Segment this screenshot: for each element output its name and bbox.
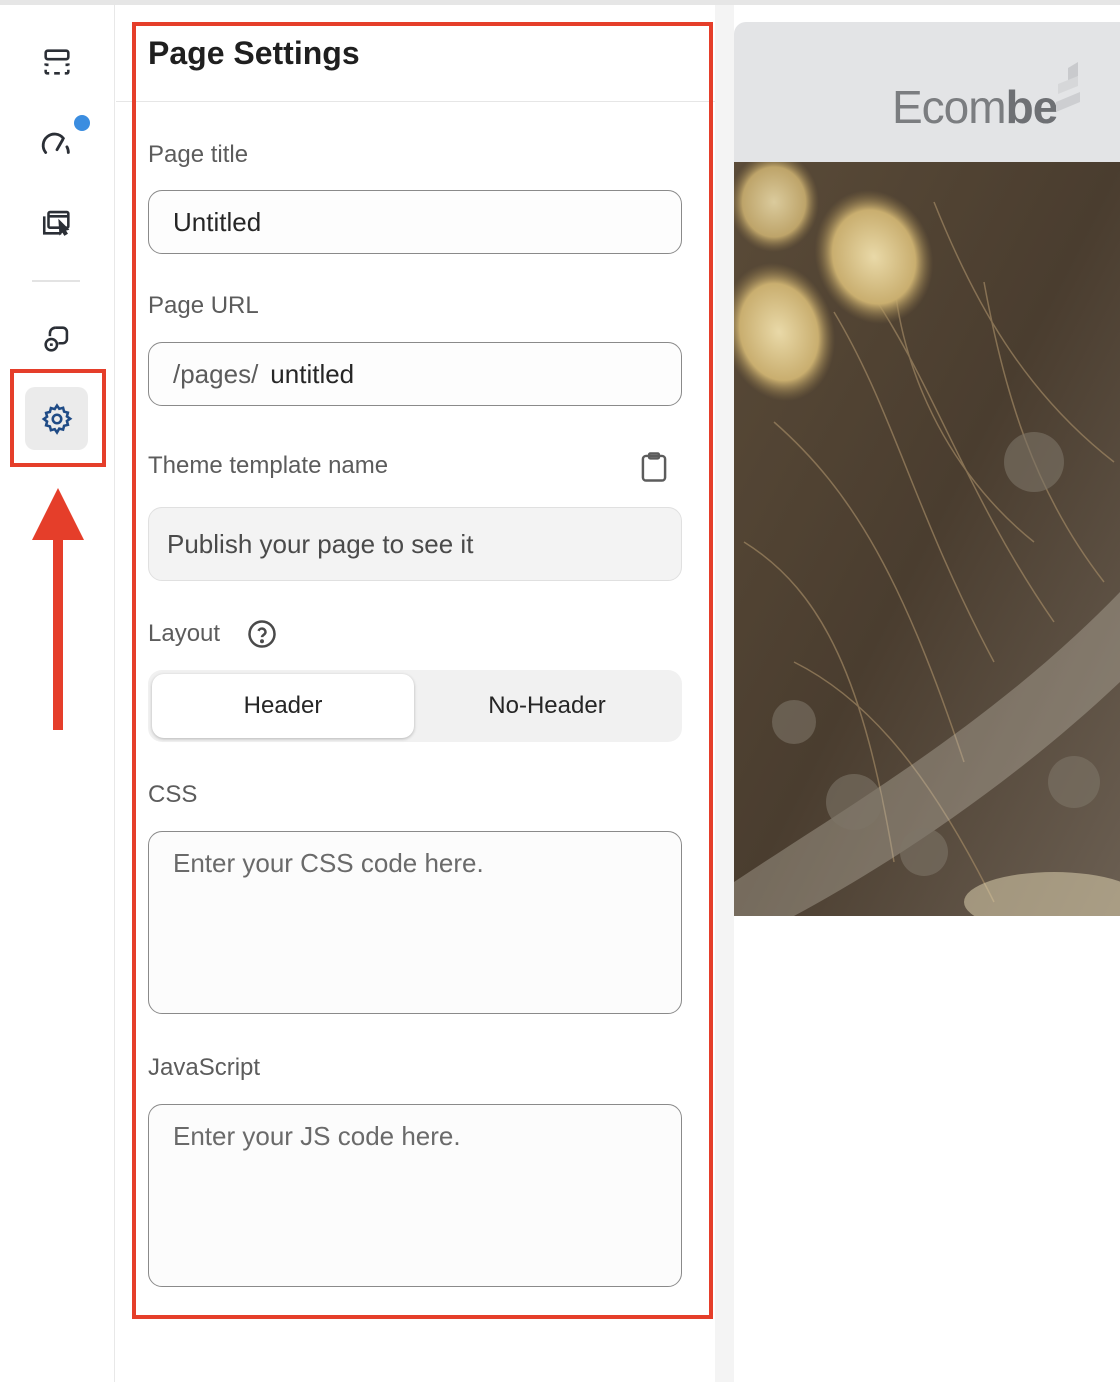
rail-apps-button[interactable] — [25, 307, 88, 370]
app-blocks-icon — [43, 325, 68, 352]
settings-highlight-box — [10, 369, 106, 467]
rail-sections-button[interactable] — [25, 30, 88, 93]
logo-text-light: Ecom — [892, 81, 1007, 133]
rail-divider — [32, 280, 80, 282]
page-preview[interactable]: Ecombe — [734, 22, 1120, 1382]
preview-gutter — [715, 5, 734, 1382]
preview-header: Ecombe — [734, 22, 1120, 162]
logo-text-bold: be — [1005, 81, 1059, 133]
annotation-arrow-shaft — [53, 532, 63, 730]
speed-gauge-icon — [41, 132, 70, 154]
hero-image — [734, 162, 1120, 916]
hero-photo-graphic — [734, 162, 1120, 916]
notification-dot — [74, 115, 90, 131]
store-logo: Ecombe — [892, 80, 1059, 134]
logo-mark-icon — [1056, 62, 1080, 112]
rail-templates-button[interactable] — [25, 190, 88, 253]
panel-highlight-box — [132, 22, 713, 1319]
sections-icon — [43, 48, 70, 75]
templates-select-icon — [42, 210, 70, 236]
